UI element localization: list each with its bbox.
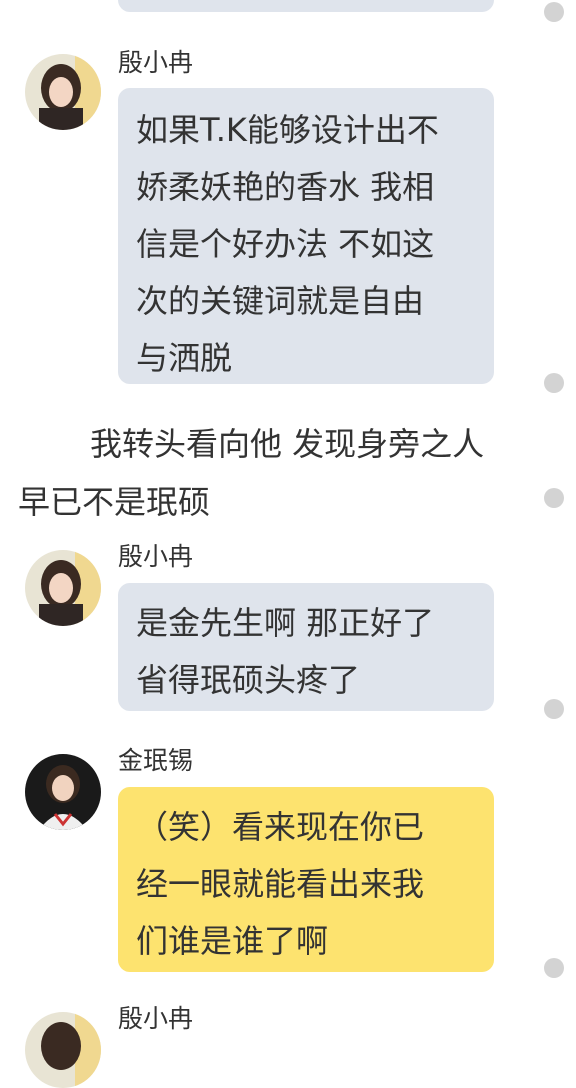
message-line: 与洒脱 [136, 339, 233, 377]
avatar-yin-xiaoran[interactable] [25, 550, 101, 626]
message-line: 信是个好办法 不如这 [136, 225, 435, 263]
avatar-girl-icon [25, 54, 101, 130]
avatar-girl-icon [25, 550, 101, 626]
message-bubble[interactable]: （笑）看来现在你已 经一眼就能看出来我 们谁是谁了啊 [118, 787, 494, 972]
message-line: 次的关键词就是自由 [136, 282, 425, 320]
message-bubble[interactable]: 如果T.K能够设计出不 娇柔妖艳的香水 我相 信是个好办法 不如这 次的关键词就… [118, 88, 494, 384]
message-bubble[interactable]: 是金先生啊 那正好了 省得珉硕头疼了 [118, 583, 494, 711]
sender-name: 殷小冉 [118, 542, 194, 571]
partial-message-bubble [118, 0, 494, 12]
avatar-yin-xiaoran[interactable] [25, 1012, 101, 1088]
sender-name: 金珉锡 [118, 746, 194, 775]
narration-text: 我转头看向他 发现身旁之人 早已不是珉硕 [18, 415, 558, 531]
avatar-boy-icon [25, 754, 101, 830]
message-line: 省得珉硕头疼了 [136, 661, 361, 699]
message-line: （笑）看来现在你已 [136, 808, 425, 846]
message-line: 是金先生啊 那正好了 [136, 604, 435, 642]
narration-line: 早已不是珉硕 [18, 483, 211, 521]
avatar-yin-xiaoran[interactable] [25, 54, 101, 130]
avatar-girl-icon [25, 1012, 101, 1088]
status-dot [544, 958, 564, 978]
message-line: 们谁是谁了啊 [136, 922, 329, 960]
message-line: 如果T.K能够设计出不 [136, 111, 439, 149]
status-dot [544, 2, 564, 22]
sender-name: 殷小冉 [118, 1004, 194, 1033]
status-dot [544, 488, 564, 508]
sender-name: 殷小冉 [118, 48, 194, 77]
narration-line: 我转头看向他 发现身旁之人 [90, 425, 485, 463]
status-dot [544, 699, 564, 719]
avatar-jin-minseok[interactable] [25, 754, 101, 830]
message-line: 娇柔妖艳的香水 我相 [136, 168, 435, 206]
status-dot [544, 373, 564, 393]
message-line: 经一眼就能看出来我 [136, 865, 425, 903]
